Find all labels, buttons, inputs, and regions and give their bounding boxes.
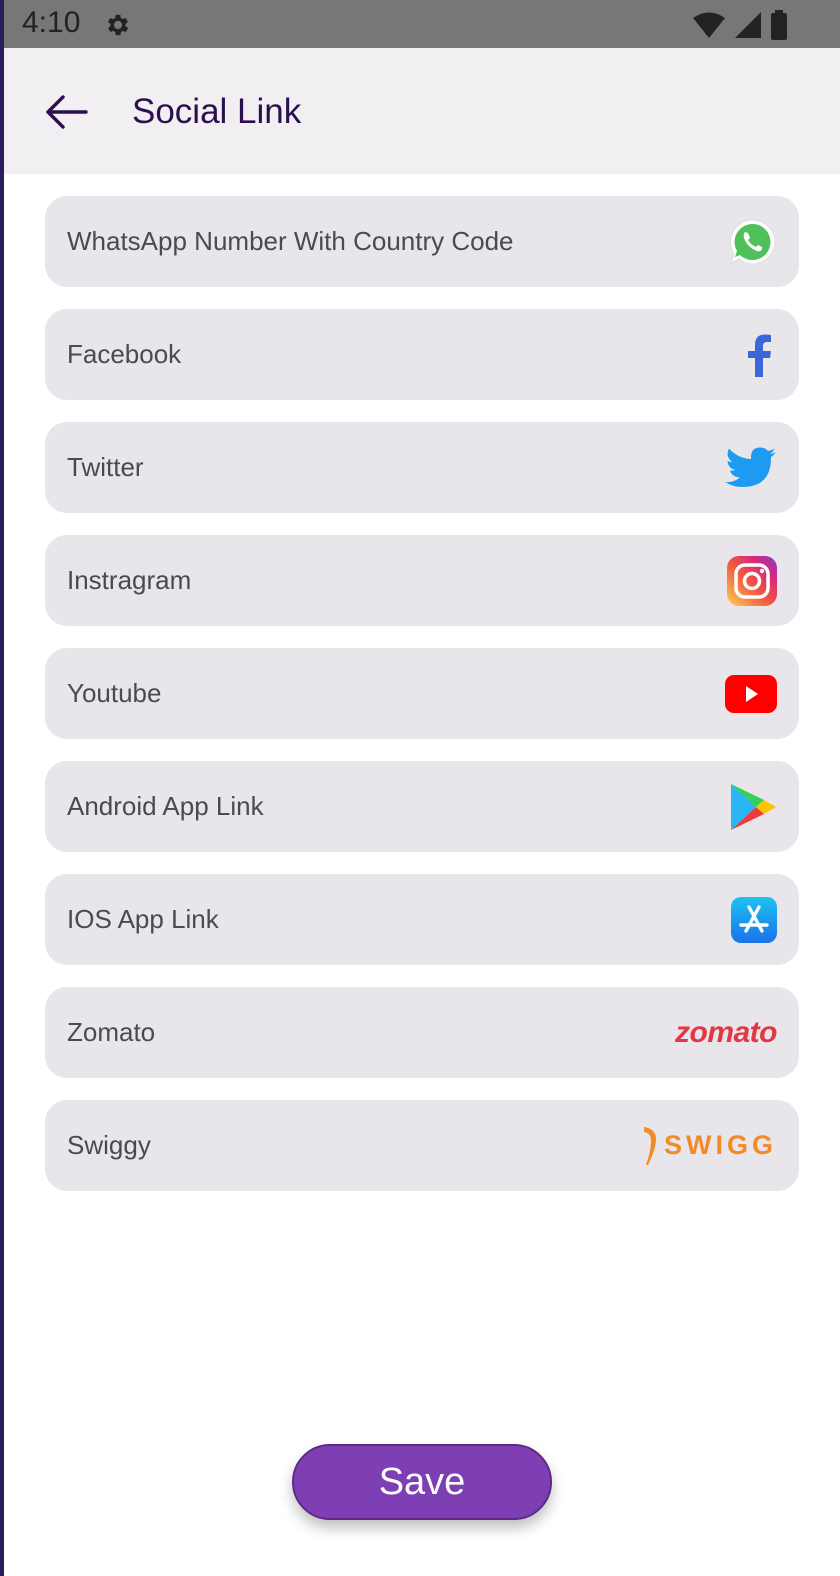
youtube-field[interactable]: Youtube xyxy=(45,648,799,739)
zomato-logo: zomato xyxy=(675,1015,778,1050)
status-indicators xyxy=(692,10,788,40)
field-placeholder: Zomato xyxy=(67,1017,156,1047)
field-placeholder: Instragram xyxy=(67,565,192,595)
android-app-link-field[interactable]: Android App Link xyxy=(45,761,799,852)
field-placeholder: IOS App Link xyxy=(67,904,219,934)
twitter-field[interactable]: Twitter xyxy=(45,422,799,513)
save-button[interactable]: Save xyxy=(292,1444,552,1520)
status-time: 4:10 xyxy=(22,6,81,39)
wifi-icon xyxy=(693,12,725,38)
battery-icon xyxy=(771,10,787,40)
settings-gear-icon xyxy=(107,14,129,36)
app-store-icon xyxy=(731,896,777,943)
instagram-icon xyxy=(727,555,777,606)
swiggy-field[interactable]: Swiggy SWIGG xyxy=(45,1100,799,1191)
zomato-logo-text: zomato xyxy=(675,1015,778,1049)
back-button[interactable] xyxy=(42,88,90,136)
swiggy-pin-icon xyxy=(644,1126,656,1165)
page-title: Social Link xyxy=(132,92,302,131)
facebook-icon xyxy=(741,333,777,377)
status-bar: 4:10 xyxy=(4,0,840,48)
whatsapp-icon xyxy=(727,217,777,267)
swiggy-logo: SWIGG xyxy=(644,1125,777,1167)
screen: 4:10 Social Link WhatsApp Number With Co… xyxy=(4,0,840,1576)
field-placeholder: Android App Link xyxy=(67,791,264,821)
whatsapp-number-field[interactable]: WhatsApp Number With Country Code xyxy=(45,196,799,287)
swiggy-logo-text: SWIGG xyxy=(664,1130,777,1160)
field-placeholder: Youtube xyxy=(67,678,162,708)
field-placeholder: Facebook xyxy=(67,339,182,369)
field-placeholder: Twitter xyxy=(67,452,144,482)
google-play-icon xyxy=(729,782,777,832)
youtube-icon xyxy=(725,674,777,713)
cellular-signal-icon xyxy=(735,12,761,38)
ios-app-link-field[interactable]: IOS App Link xyxy=(45,874,799,965)
facebook-field[interactable]: Facebook xyxy=(45,309,799,400)
twitter-icon xyxy=(725,446,777,490)
field-placeholder: Swiggy xyxy=(67,1130,151,1160)
field-placeholder: WhatsApp Number With Country Code xyxy=(67,226,514,256)
app-bar: Social Link xyxy=(4,48,840,174)
instagram-field[interactable]: Instragram xyxy=(45,535,799,626)
zomato-field[interactable]: Zomato zomato xyxy=(45,987,799,1078)
arrow-back-icon xyxy=(46,95,88,129)
